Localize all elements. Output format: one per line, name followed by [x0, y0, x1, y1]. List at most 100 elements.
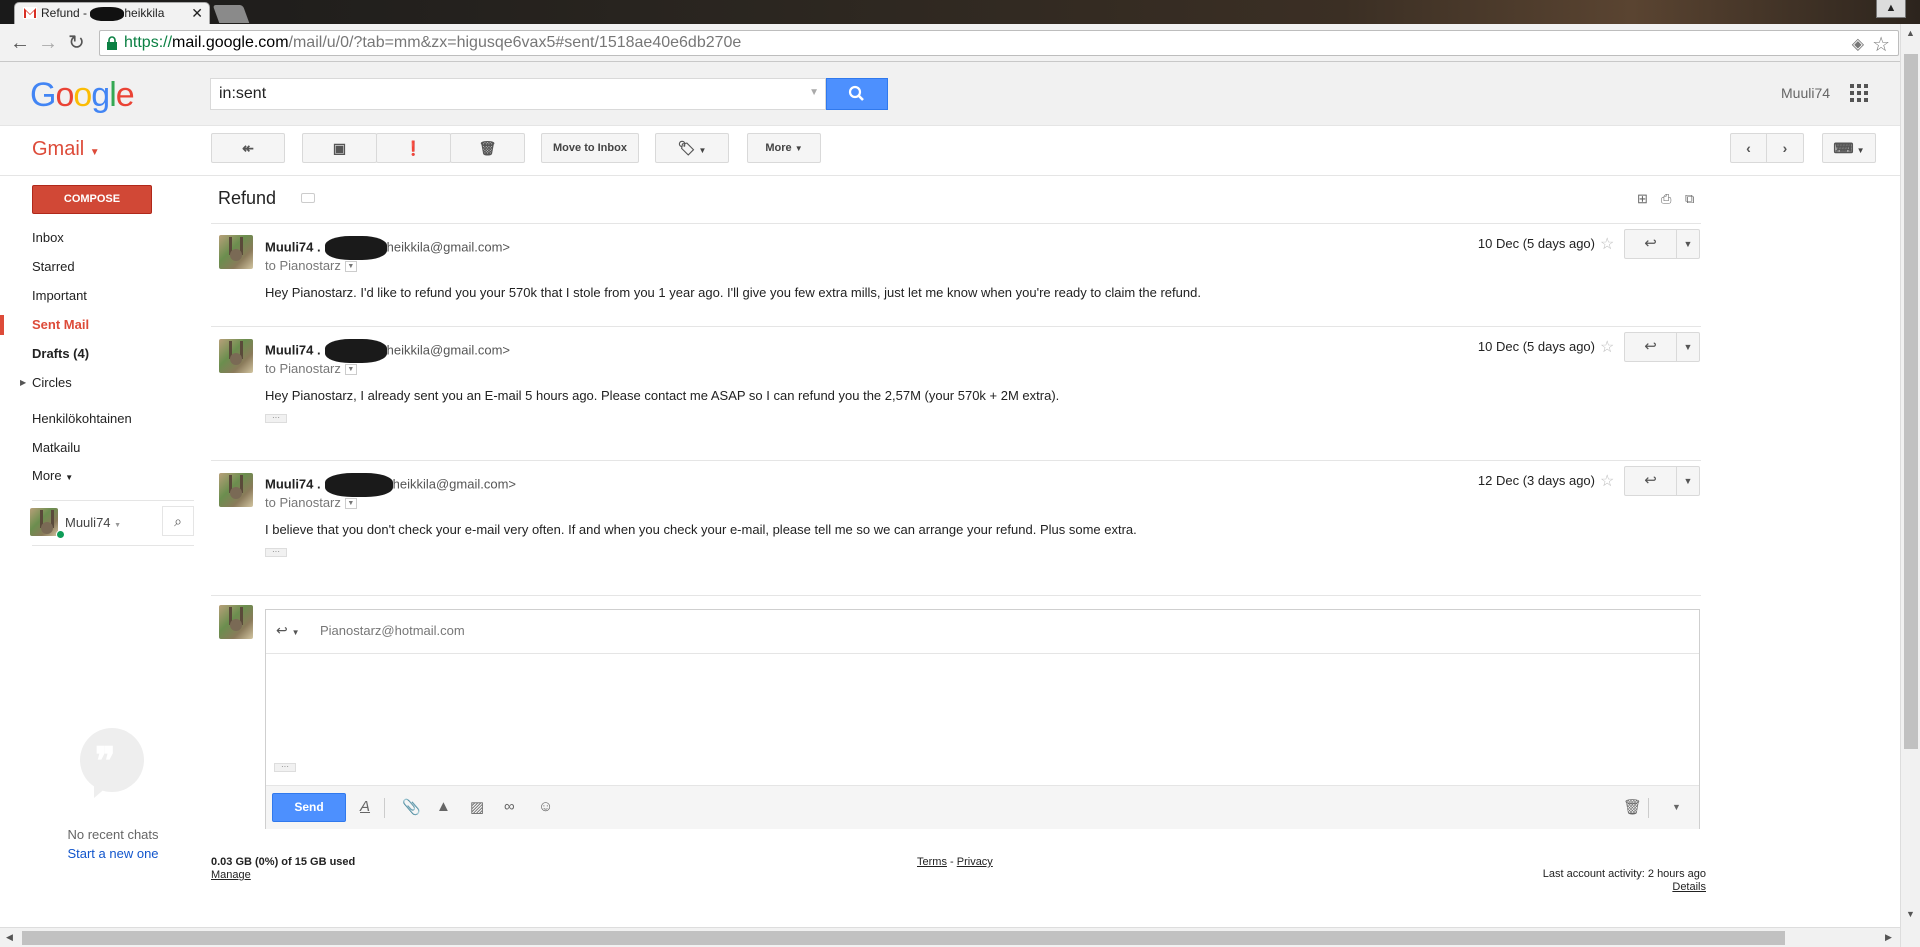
sidebar-item-starred[interactable]: Starred — [32, 259, 75, 274]
tab-refund[interactable]: Refund - heikkila ✕ — [14, 2, 210, 24]
horizontal-scrollbar[interactable]: ◀ ▶ — [0, 927, 1900, 947]
insert-photo-icon[interactable]: ▨ — [470, 798, 484, 816]
expand-all-icon[interactable]: ⊞ — [1637, 191, 1648, 207]
horizontal-scroll-thumb[interactable] — [22, 931, 1785, 945]
show-details-icon[interactable]: ▼ — [344, 364, 357, 376]
back-arrow-icon[interactable]: ← — [10, 33, 30, 53]
message-recipients[interactable]: to Pianostarz ▼ — [265, 258, 357, 273]
star-icon[interactable]: ☆ — [1600, 337, 1614, 357]
start-new-chat-link[interactable]: Start a new one — [58, 846, 168, 861]
more-options-chevron-icon[interactable]: ▼ — [1677, 467, 1699, 495]
star-icon[interactable]: ☆ — [1600, 234, 1614, 254]
move-to-inbox-button[interactable]: Move to Inbox — [541, 133, 639, 163]
insert-link-icon[interactable]: ∞ — [504, 798, 515, 815]
message-recipients[interactable]: to Pianostarz ▼ — [265, 361, 357, 376]
label-tag-icon: 🏷 — [677, 140, 696, 156]
new-window-icon[interactable]: ⧉ — [1685, 191, 1694, 207]
forward-arrow-icon[interactable]: → — [38, 33, 58, 53]
tab-close-icon[interactable]: ✕ — [191, 3, 203, 23]
window-user-icon[interactable]: ▲ — [1876, 0, 1906, 18]
show-details-icon[interactable]: ▼ — [344, 498, 357, 510]
reply-body-textarea[interactable] — [266, 654, 1699, 785]
reply-recipient[interactable]: Pianostarz@hotmail.com — [320, 623, 465, 638]
reply-icon[interactable]: ↩ — [1625, 230, 1677, 258]
activity-details-link[interactable]: Details — [1672, 881, 1706, 893]
scroll-left-icon[interactable]: ◀ — [6, 932, 13, 943]
search-people-icon[interactable]: ⌕ — [162, 506, 194, 536]
show-trimmed-content-button[interactable]: ··· — [265, 548, 287, 557]
google-drive-icon[interactable]: ▲ — [436, 798, 451, 815]
delete-button[interactable]: 🗑 — [450, 133, 525, 163]
show-details-icon[interactable]: ▼ — [344, 261, 357, 273]
new-tab-button[interactable] — [212, 5, 250, 23]
show-trimmed-content-button[interactable]: ··· — [265, 414, 287, 423]
google-logo[interactable]: Google — [30, 76, 135, 115]
account-username[interactable]: Muuli74 — [1781, 85, 1830, 101]
compose-button[interactable]: COMPOSE — [32, 185, 152, 214]
formatting-icon[interactable]: A — [360, 798, 370, 815]
reply-type-dropdown-icon[interactable]: ↩ ▼ — [276, 622, 300, 639]
reply-icon[interactable]: ↩ — [1625, 467, 1677, 495]
show-trimmed-content-button[interactable]: ··· — [274, 763, 296, 772]
message-sender[interactable]: Muuli74 . heikkila@gmail.com> — [265, 473, 516, 497]
sidebar-item-sent-mail[interactable]: Sent Mail — [32, 317, 89, 332]
attach-paperclip-icon[interactable]: 📎 — [402, 798, 421, 816]
manage-storage-link[interactable]: Manage — [211, 869, 251, 881]
vertical-scroll-thumb[interactable] — [1904, 54, 1918, 749]
message-recipients[interactable]: to Pianostarz ▼ — [265, 495, 357, 510]
sidebar-item-matkailu[interactable]: Matkailu — [32, 440, 80, 455]
more-actions-button[interactable]: More ▼ — [747, 133, 821, 163]
search-input[interactable]: in:sent ▼ — [210, 78, 826, 110]
message-sender[interactable]: Muuli74 . heikkila@gmail.com> — [265, 236, 510, 260]
chevron-down-icon: ▼ — [698, 146, 707, 155]
archive-button[interactable]: ▣ — [302, 133, 377, 163]
avatar — [30, 508, 58, 536]
scroll-down-icon[interactable]: ▼ — [1906, 909, 1915, 919]
search-options-caret-icon[interactable]: ▼ — [809, 87, 819, 98]
send-button[interactable]: Send — [272, 793, 346, 822]
newer-chevron-left-icon[interactable]: ‹ — [1731, 134, 1767, 162]
labels-button[interactable]: 🏷 ▼ — [655, 133, 729, 163]
terms-link[interactable]: Terms — [917, 856, 947, 868]
more-options-chevron-icon[interactable]: ▼ — [1677, 333, 1699, 361]
apps-grid-icon[interactable] — [1850, 84, 1868, 102]
address-bar[interactable]: https://mail.google.com/mail/u/0/?tab=mm… — [99, 30, 1899, 56]
back-to-sent-button[interactable]: ↞ — [211, 133, 285, 163]
print-icon[interactable]: ⎙ — [1661, 191, 1671, 207]
search-button[interactable] — [826, 78, 888, 110]
vertical-scrollbar[interactable]: ▲ ▼ — [1900, 24, 1920, 947]
sidebar-item-important[interactable]: Important — [32, 288, 87, 303]
scroll-up-icon[interactable]: ▲ — [1906, 28, 1915, 38]
privacy-link[interactable]: Privacy — [957, 856, 993, 868]
discard-trash-icon[interactable]: 🗑 — [1623, 798, 1642, 816]
star-icon[interactable]: ☆ — [1600, 471, 1614, 491]
sidebar-item-more[interactable]: More ▼ — [32, 468, 73, 483]
browser-toolbar: ← → ↻ https://mail.google.com/mail/u/0/?… — [0, 24, 1920, 62]
gmail-menu[interactable]: Gmail ▼ — [32, 138, 100, 161]
expand-triangle-icon[interactable]: ▶ — [20, 378, 26, 387]
reload-icon[interactable]: ↻ — [68, 33, 85, 53]
chevron-down-icon: ▼ — [794, 144, 803, 153]
message-sender[interactable]: Muuli74 . heikkila@gmail.com> — [265, 339, 510, 363]
more-options-chevron-icon[interactable]: ▼ — [1672, 802, 1681, 812]
reply-icon[interactable]: ↩ — [1625, 333, 1677, 361]
sidebar-item-inbox[interactable]: Inbox — [32, 230, 64, 245]
sidebar-item-circles[interactable]: Circles — [32, 375, 72, 390]
toolbar-divider — [384, 798, 385, 818]
bookmark-star-icon[interactable]: ☆ — [1872, 32, 1890, 57]
extension-icon[interactable]: ◈ — [1852, 34, 1864, 54]
emoji-icon[interactable]: ☺ — [538, 798, 553, 815]
online-status-icon — [56, 530, 65, 539]
sidebar-item-drafts[interactable]: Drafts (4) — [32, 346, 89, 361]
sidebar-item-henkilokohtainen[interactable]: Henkilökohtainen — [32, 411, 132, 426]
more-options-chevron-icon[interactable]: ▼ — [1677, 230, 1699, 258]
scroll-right-icon[interactable]: ▶ — [1885, 932, 1892, 943]
input-tools-button[interactable]: ⌨ ▼ — [1822, 133, 1876, 163]
hangouts-user[interactable]: Muuli74 ▼ ⌕ — [30, 506, 194, 539]
newer-older-buttons: ‹ › — [1730, 133, 1804, 163]
add-label-icon[interactable] — [301, 193, 315, 203]
message-body: Hey Pianostarz, I already sent you an E-… — [265, 388, 1060, 403]
older-chevron-right-icon[interactable]: › — [1767, 134, 1803, 162]
report-spam-button[interactable]: ❗ — [376, 133, 451, 163]
lock-icon — [107, 36, 117, 50]
